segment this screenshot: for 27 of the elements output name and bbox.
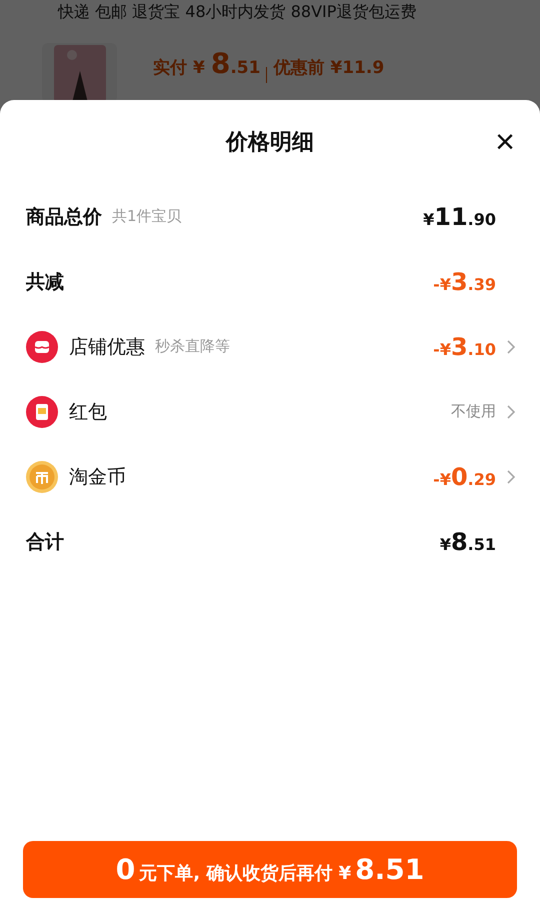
paid-label: 实付 [153,57,187,79]
paid-price: 8.51 [210,47,260,80]
row-value: 不使用 [451,402,496,421]
row-label: 红包 [69,400,107,424]
row-label: 合计 [26,530,64,554]
amount: -¥3.10 [433,332,496,360]
before-price: 优惠前 ¥11.9 [273,57,384,79]
row-label: 淘金币 [69,464,126,490]
chevron-icon[interactable] [506,404,516,420]
row-label: 店铺优惠 [69,334,145,360]
shop-icon [26,330,58,362]
chevron-icon[interactable] [506,468,516,484]
amount: -¥3.39 [433,268,496,296]
amount: -¥0.29 [433,462,496,490]
currency-sign: ¥ [193,58,205,78]
row-label: 商品总价 [26,204,102,230]
amount: ¥11.90 [423,202,496,230]
envelope-icon [26,396,58,428]
amount: ¥8.51 [440,528,496,556]
row-note: 共1件宝贝 [112,207,182,226]
row-note: 秒杀直降等 [155,337,230,356]
sheet-title: 价格明细 [226,129,314,157]
close-button[interactable]: × [492,127,518,157]
service-tags: 快递 包邮 退货宝 48小时内发货 88VIP退货包运费 [42,0,540,23]
chevron-icon[interactable] [506,338,516,354]
row-label: 共减 [26,270,64,294]
coin-icon [26,460,58,492]
